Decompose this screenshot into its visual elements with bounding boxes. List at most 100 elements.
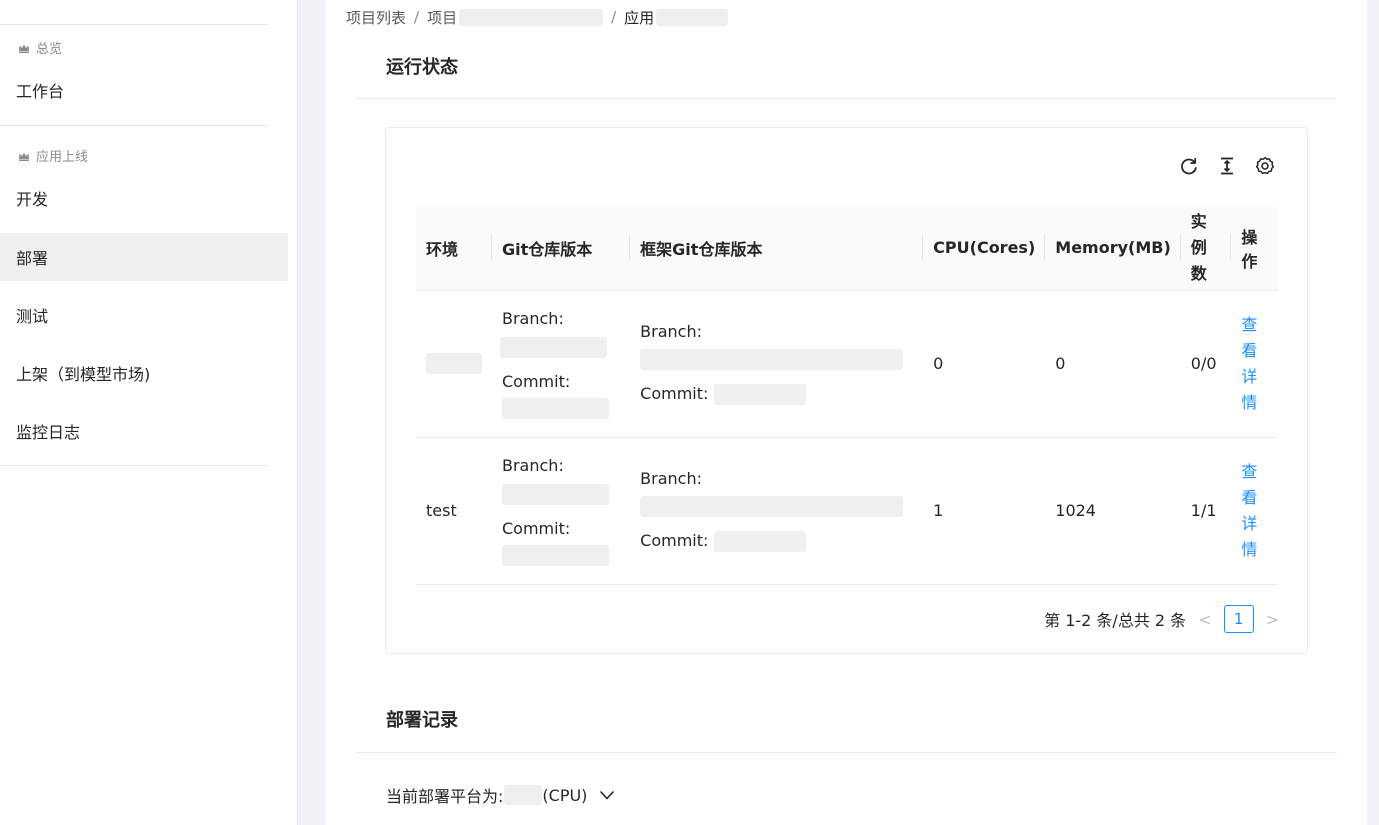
cell-cpu: 1 [933, 501, 944, 520]
table-row: test Branch: Commit: Branch: Commit: 1 1… [416, 437, 1278, 584]
commit-label: Commit: [502, 371, 571, 391]
framework-branch-label: Branch: [640, 469, 702, 488]
app-root: 总览 工作台 应用上线 开发 部署 测试 上架（到模型市场) 监控日志 项目列表… [0, 0, 1379, 825]
breadcrumb-app: 应用 [624, 8, 655, 27]
reload-icon [1181, 157, 1197, 175]
cell-actions: 查看详情 [1231, 437, 1278, 584]
cell-instances: 0/0 [1190, 354, 1217, 373]
redacted-branch [502, 483, 609, 505]
reload-button[interactable] [1179, 156, 1199, 176]
column-header-framework-git-version: 框架Git仓库版本 [630, 206, 924, 291]
framework-version-block: Branch: Commit: [640, 469, 913, 552]
sidebar-divider [0, 24, 268, 25]
redacted-env-name [426, 353, 482, 374]
framework-branch-label: Branch: [640, 322, 702, 341]
redacted-framework-branch [640, 496, 904, 517]
breadcrumb: 项目列表 / 项目 / 应用 [346, 6, 729, 28]
column-header-env: 环境 [416, 206, 492, 291]
redacted-commit [502, 544, 609, 566]
commit-label: Commit: [502, 518, 571, 538]
sidebar-item-test[interactable]: 测试 [0, 291, 288, 339]
column-height-icon [1221, 157, 1233, 175]
table-toolbar [1179, 156, 1275, 176]
deploy-platform-selector[interactable]: 当前部署平台为: (CPU) [386, 783, 615, 807]
sidebar-divider [0, 465, 268, 466]
table-row: Branch: Commit: Branch: Commit: 0 0 0/0 … [416, 290, 1278, 437]
platform-label: 当前部署平台为: [386, 787, 504, 806]
breadcrumb-separator: / [611, 8, 617, 26]
pagination: 第 1-2 条/总共 2 条 < 1 > [1044, 605, 1279, 633]
column-header-git-version: Git仓库版本 [492, 206, 631, 291]
redacted-commit [502, 397, 609, 419]
redacted-project-name [459, 8, 604, 26]
crown-icon [19, 44, 29, 53]
section-divider [356, 752, 1337, 753]
framework-commit-label: Commit: [640, 531, 709, 550]
page-1-button[interactable]: 1 [1223, 605, 1254, 633]
redacted-framework-branch [640, 349, 904, 370]
sidebar-item-workbench[interactable]: 工作台 [0, 66, 288, 114]
framework-commit-label: Commit: [640, 384, 709, 403]
cell-env [416, 290, 492, 437]
sidebar-item-label: 部署 [16, 249, 49, 268]
main-content: 项目列表 / 项目 / 应用 运行状态 环境 Git仓库版本 框架Git仓库版本… [326, 0, 1367, 825]
sidebar-item-label: 上架（到模型市场) [16, 365, 151, 384]
redacted-platform-name [504, 785, 543, 805]
column-settings-button[interactable] [1255, 156, 1275, 176]
sidebar-item-label: 监控日志 [16, 423, 81, 442]
breadcrumb-project-list[interactable]: 项目列表 [346, 7, 406, 28]
section-divider [356, 98, 1337, 99]
cell-framework-git-version: Branch: Commit: [630, 290, 923, 437]
sidebar-item-monitor-logs[interactable]: 监控日志 [0, 407, 288, 455]
pagination-summary: 第 1-2 条/总共 2 条 [1044, 611, 1187, 630]
platform-value: (CPU) [542, 785, 588, 805]
breadcrumb-separator: / [414, 8, 420, 26]
redacted-framework-commit [713, 384, 806, 405]
column-header-actions: 操作 [1231, 206, 1278, 291]
view-details-link[interactable]: 查看详情 [1241, 315, 1257, 412]
sidebar-item-deploy[interactable]: 部署 [0, 233, 288, 281]
cell-actions: 查看详情 [1231, 290, 1278, 437]
breadcrumb-project[interactable]: 项目 [427, 7, 457, 28]
sidebar-divider [0, 125, 268, 126]
column-header-memory: Memory(MB) [1045, 206, 1181, 291]
prev-page-button[interactable]: < [1198, 610, 1211, 629]
cell-instances: 1/1 [1190, 501, 1217, 520]
git-version-block: Branch: Commit: [500, 308, 620, 419]
chevron-down-icon [600, 791, 615, 800]
sidebar: 总览 工作台 应用上线 开发 部署 测试 上架（到模型市场) 监控日志 [0, 0, 298, 825]
sidebar-item-develop[interactable]: 开发 [0, 174, 288, 222]
redacted-branch [500, 336, 607, 358]
redacted-app-name [656, 8, 729, 26]
crown-icon [19, 152, 29, 161]
framework-version-block: Branch: Commit: [640, 322, 913, 405]
sidebar-group-app-launch: 应用上线 [18, 146, 88, 165]
layout-gutter [298, 0, 326, 825]
column-header-instances: 实例数 [1180, 206, 1232, 291]
running-status-title: 运行状态 [386, 57, 458, 78]
branch-label: Branch: [502, 455, 564, 475]
table-header-row: 环境 Git仓库版本 框架Git仓库版本 CPU(Cores) Memory(M… [416, 206, 1278, 291]
running-status-card: 环境 Git仓库版本 框架Git仓库版本 CPU(Cores) Memory(M… [385, 127, 1308, 654]
branch-label: Branch: [502, 308, 564, 328]
cell-env: test [426, 501, 457, 520]
view-details-link[interactable]: 查看详情 [1241, 462, 1257, 559]
cell-cpu: 0 [933, 354, 944, 373]
sidebar-item-publish[interactable]: 上架（到模型市场) [0, 349, 288, 397]
sidebar-group-label: 应用上线 [36, 150, 89, 165]
cell-memory: 0 [1055, 354, 1066, 373]
density-button[interactable] [1217, 156, 1237, 176]
deploy-records-title: 部署记录 [386, 710, 458, 731]
git-version-block: Branch: Commit: [502, 456, 620, 566]
cell-git-version: Branch: Commit: [492, 437, 630, 584]
column-header-cpu: CPU(Cores) [923, 206, 1046, 291]
sidebar-item-label: 工作台 [16, 82, 65, 101]
sidebar-group-label: 总览 [36, 42, 63, 57]
next-page-button[interactable]: > [1266, 610, 1279, 629]
running-status-table: 环境 Git仓库版本 框架Git仓库版本 CPU(Cores) Memory(M… [416, 206, 1278, 585]
setting-icon [1255, 157, 1275, 175]
cell-git-version: Branch: Commit: [492, 290, 630, 437]
redacted-framework-commit [713, 531, 806, 552]
sidebar-item-label: 测试 [16, 307, 49, 326]
cell-memory: 1024 [1055, 501, 1096, 520]
